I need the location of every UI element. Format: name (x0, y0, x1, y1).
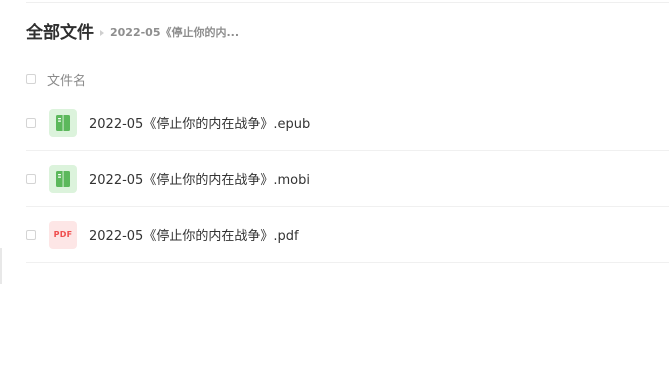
file-name[interactable]: 2022-05《停止你的内在战争》.epub (89, 113, 310, 132)
ebook-icon (49, 108, 77, 137)
breadcrumb-separator-icon (100, 30, 104, 36)
file-row-checkbox[interactable] (26, 173, 36, 184)
select-all-checkbox[interactable] (26, 74, 36, 84)
file-row[interactable]: 2022-05《停止你的内在战争》.epub (26, 95, 669, 151)
file-list: 2022-05《停止你的内在战争》.epub 2022-05《停止你的内在战争》… (26, 95, 669, 263)
file-row[interactable]: 2022-05《停止你的内在战争》.mobi (26, 151, 669, 207)
file-row-checkbox[interactable] (26, 229, 36, 240)
file-name[interactable]: 2022-05《停止你的内在战争》.pdf (89, 225, 299, 244)
top-divider (26, 2, 669, 3)
ebook-icon (49, 164, 77, 193)
breadcrumb-current-folder: 2022-05《停止你的内... (110, 26, 240, 39)
breadcrumb-root-link[interactable]: 全部文件 (26, 20, 94, 46)
breadcrumb: 全部文件 2022-05《停止你的内... (26, 20, 239, 46)
file-name[interactable]: 2022-05《停止你的内在战争》.mobi (89, 169, 310, 188)
file-list-header: 文件名 (26, 68, 86, 90)
pdf-icon-label: PDF (53, 230, 73, 239)
file-row-checkbox[interactable] (26, 117, 36, 128)
file-row[interactable]: PDF 2022-05《停止你的内在战争》.pdf (26, 207, 669, 263)
pdf-icon: PDF (49, 220, 77, 249)
left-panel-edge (0, 248, 2, 284)
column-header-filename[interactable]: 文件名 (47, 70, 86, 89)
